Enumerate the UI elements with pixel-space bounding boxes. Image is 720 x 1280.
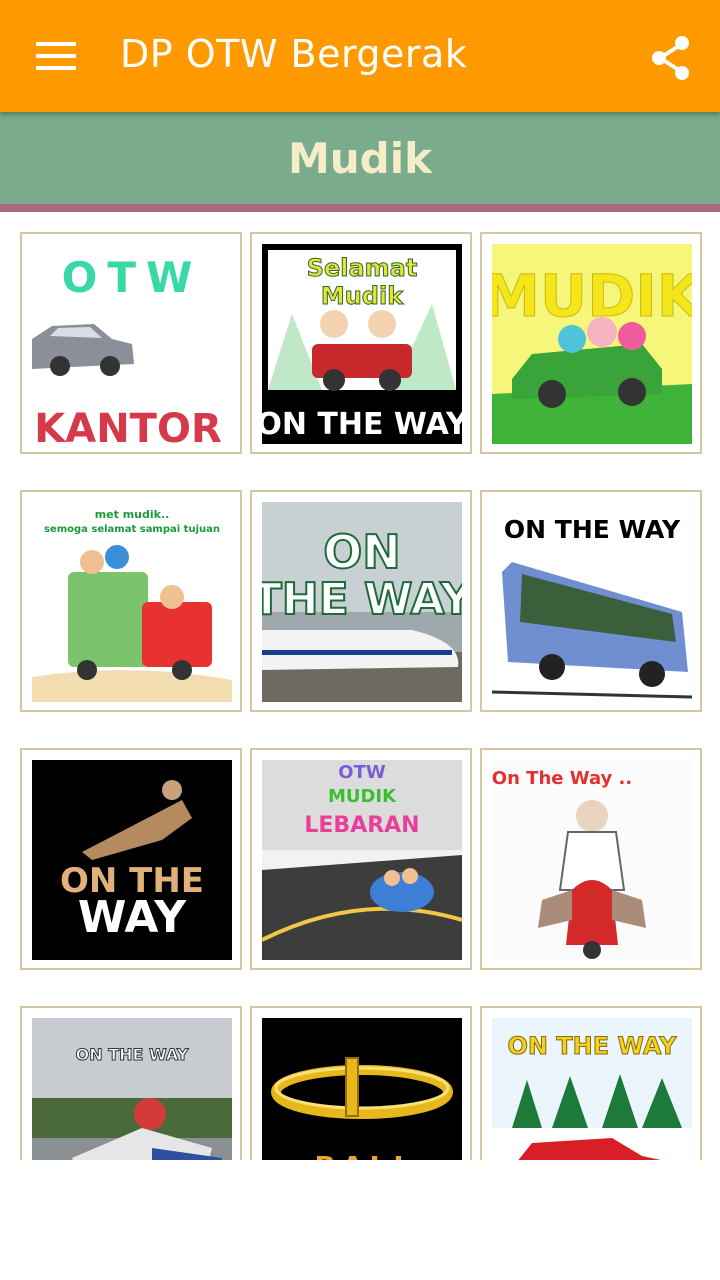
motorbike-image: ON THE WAY: [32, 1018, 232, 1160]
sticker-text: ON: [323, 525, 401, 579]
sticker-tile-bali[interactable]: BALI: [250, 1006, 472, 1160]
sticker-text: semoga selamat sampai tujuan: [44, 524, 220, 535]
sticker-tile-selamat-mudik[interactable]: Selamat Mudik ON THE WAY: [250, 232, 472, 454]
red-car-image: ON THE WAY: [492, 1018, 692, 1160]
bali-ring-image: BALI: [262, 1018, 462, 1160]
sticker-tile-otw-kantor[interactable]: OTW KANTOR: [20, 232, 242, 454]
sticker-tile-met-mudik[interactable]: met mudik.. semoga selamat sampai tujuan: [20, 490, 242, 712]
met-mudik-image: met mudik.. semoga selamat sampai tujuan: [32, 502, 232, 702]
category-title: Mudik: [287, 134, 433, 183]
bus-image: ON THE WAY: [492, 502, 692, 702]
sticker-text: KANTOR: [34, 406, 222, 444]
sticker-text: BALI: [314, 1150, 409, 1160]
steam-train-image: ON THE WAY: [32, 760, 232, 960]
sticker-tile-on-the-way-train[interactable]: ON THE WAY: [250, 490, 472, 712]
selamat-mudik-image: Selamat Mudik ON THE WAY: [262, 244, 462, 444]
sticker-grid: OTW KANTOR Selamat Mudik ON THE WAY MUDI…: [0, 212, 720, 1160]
lebaran-road-image: OTW MUDIK LEBARAN: [262, 760, 462, 960]
sticker-tile-on-the-way-scooter[interactable]: On The Way ..: [480, 748, 702, 970]
sticker-text: OTW: [62, 253, 203, 302]
sticker-tile-on-the-way-red-car[interactable]: ON THE WAY: [480, 1006, 702, 1160]
sticker-text: LEBARAN: [304, 813, 419, 838]
sticker-text: THE WAY: [262, 574, 462, 625]
banner-divider: [0, 204, 720, 212]
sticker-tile-on-the-way-steam-train[interactable]: ON THE WAY: [20, 748, 242, 970]
sticker-text: MUDIK: [492, 262, 692, 330]
sticker-tile-mudik-car[interactable]: MUDIK: [480, 232, 702, 454]
app-title: DP OTW Bergerak: [120, 32, 468, 76]
share-icon[interactable]: [644, 30, 700, 86]
hamburger-menu-icon[interactable]: [24, 30, 88, 82]
mudik-car-image: MUDIK: [492, 244, 692, 444]
sticker-text: Selamat: [307, 254, 418, 282]
sticker-text: WAY: [78, 892, 187, 943]
sticker-text: ON THE WAY: [507, 1032, 677, 1060]
sticker-text: met mudik..: [95, 508, 170, 521]
sticker-tile-on-the-way-bus[interactable]: ON THE WAY: [480, 490, 702, 712]
category-banner: Mudik: [0, 112, 720, 204]
app-bar: DP OTW Bergerak: [0, 0, 720, 112]
sticker-tile-on-the-way-motorbike[interactable]: ON THE WAY: [20, 1006, 242, 1160]
sticker-text: Mudik: [321, 282, 404, 310]
sticker-text: ON THE WAY: [76, 1045, 189, 1064]
otw-kantor-image: OTW KANTOR: [32, 244, 232, 444]
sticker-text: MUDIK: [328, 786, 397, 807]
sticker-text: OTW: [338, 762, 386, 783]
sticker-text: ON THE WAY: [504, 515, 681, 544]
sticker-tile-otw-mudik-lebaran[interactable]: OTW MUDIK LEBARAN: [250, 748, 472, 970]
scooter-image: On The Way ..: [492, 760, 692, 960]
bullet-train-image: ON THE WAY: [262, 502, 462, 702]
sticker-text: ON THE WAY: [262, 407, 462, 442]
sticker-text: On The Way ..: [492, 768, 632, 789]
